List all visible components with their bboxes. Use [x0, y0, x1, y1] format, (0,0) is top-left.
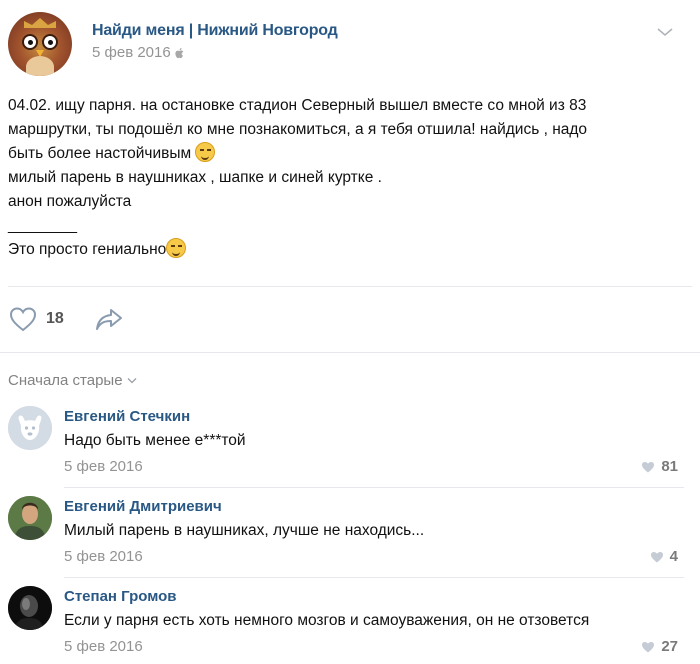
- comment-author-link[interactable]: Степан Громов: [64, 588, 177, 605]
- comment-like-count: 81: [661, 458, 678, 475]
- heart-icon: [650, 551, 663, 562]
- post-meta: 5 фев 2016: [92, 44, 185, 61]
- comment-author-link[interactable]: Евгений Стечкин: [64, 408, 190, 425]
- comment-like-button[interactable]: 27: [641, 638, 678, 655]
- sort-label: Сначала старые: [8, 372, 123, 389]
- chevron-down-icon: [127, 378, 137, 384]
- divider: [8, 286, 692, 287]
- comment-like-count: 27: [661, 638, 678, 655]
- comments-sort-dropdown[interactable]: Сначала старые: [8, 372, 137, 389]
- post-text-line: маршрутки, ты подошёл ко мне познакомить…: [8, 121, 588, 138]
- group-avatar[interactable]: [8, 12, 72, 76]
- comment-date[interactable]: 5 фев 2016: [64, 458, 143, 475]
- post-text-line: милый парень в наушниках , шапке и синей…: [8, 169, 382, 186]
- like-count[interactable]: 18: [46, 310, 64, 328]
- avatar[interactable]: [8, 586, 52, 630]
- post-text-line: быть более настойчивым: [8, 142, 688, 166]
- post-text-line: Это просто гениально: [8, 238, 688, 262]
- user-photo-icon: [8, 496, 52, 540]
- heart-icon[interactable]: [8, 305, 38, 333]
- heart-icon: [642, 461, 655, 472]
- comment-text: Надо быть менее е***той: [64, 432, 246, 449]
- avatar[interactable]: [8, 406, 52, 450]
- comment-text: Если у парня есть хоть немного мозгов и …: [64, 612, 590, 629]
- comment-like-button[interactable]: 81: [641, 458, 678, 475]
- post-text-line: анон пожалуйста: [8, 193, 132, 210]
- smiley-icon: [195, 142, 216, 162]
- comment-date[interactable]: 5 фев 2016: [64, 548, 143, 565]
- comment-author-link[interactable]: Евгений Дмитриевич: [64, 498, 222, 515]
- group-name-link[interactable]: Найди меня | Нижний Новгород: [92, 22, 338, 40]
- comment-item: Евгений Дмитриевич Милый парень в наушни…: [0, 488, 700, 576]
- default-dog-avatar-icon: [8, 406, 52, 450]
- comment-like-count: 4: [669, 548, 678, 565]
- post-actions: 18: [8, 304, 124, 334]
- comment-date[interactable]: 5 фев 2016: [64, 638, 143, 655]
- heart-icon: [642, 641, 655, 652]
- post-header: Найди меня | Нижний Новгород 5 фев 2016: [0, 0, 700, 80]
- smiley-icon: [166, 238, 187, 258]
- avatar[interactable]: [8, 496, 52, 540]
- user-photo-icon: [8, 586, 52, 630]
- post-text: 04.02. ищу парня. на остановке стадион С…: [8, 94, 688, 262]
- post-date[interactable]: 5 фев 2016: [92, 44, 171, 61]
- comment-item: Евгений Стечкин Надо быть менее е***той …: [0, 398, 700, 486]
- post-text-line: 04.02. ищу парня. на остановке стадион С…: [8, 97, 587, 114]
- divider: [0, 352, 700, 353]
- apple-icon: [175, 47, 184, 58]
- post-text-separator: ________: [8, 217, 77, 234]
- comment-item: Степан Громов Если у парня есть хоть нем…: [0, 578, 700, 664]
- comment-text: Милый парень в наушниках, лучше не наход…: [64, 522, 425, 539]
- comment-like-button[interactable]: 4: [650, 548, 678, 565]
- post-menu-chevron-down-icon[interactable]: [656, 26, 674, 38]
- share-arrow-icon[interactable]: [94, 306, 124, 332]
